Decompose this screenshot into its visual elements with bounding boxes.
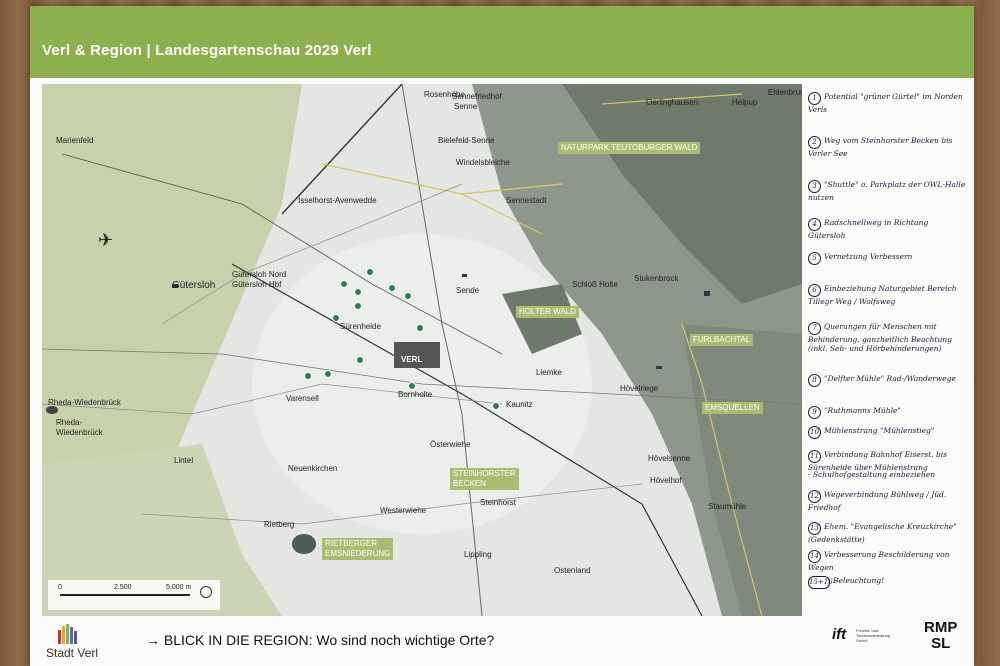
place-label: Sennestadt [506, 196, 547, 205]
place-label: Senne [454, 102, 478, 111]
rmp-logo: RMP SL [924, 620, 957, 652]
scale-line [60, 594, 190, 596]
note-item: 9 "Ruthmanns Mühle" [808, 406, 968, 419]
map-graphics [42, 84, 802, 616]
place-label: Lintel [174, 456, 194, 465]
place-label: Gütersloh Hbf [232, 280, 282, 289]
map-marker-13 [492, 402, 500, 410]
note-item: 8 "Delfter Mühle" Rad-/Wanderwege [808, 374, 968, 387]
note-item: 12 Wegeverbindung Bühlweg / Jüd. Friedhof [808, 490, 947, 512]
region-emsquellen: EMSQUELLEN [702, 402, 763, 414]
note-item: 15+16Beleuchtung! [808, 576, 968, 589]
map-marker-7 [332, 314, 340, 322]
stadt-verl-logo: Stadt Verl [44, 618, 124, 662]
place-label: Oerlinghausen [646, 98, 699, 107]
scale-tick-0: 0 [58, 584, 62, 591]
place-label: Kaunitz [506, 400, 533, 409]
ift-logo: ift Freizeit- und Tourismusberatung GmbH [832, 624, 902, 652]
map-marker-1 [340, 280, 348, 288]
scale-bar: 0 2.500 5.000 m [48, 580, 220, 610]
poster-sheet: Verl & Region | Landesgartenschau 2029 V… [30, 6, 974, 666]
ift-subtitle: Freizeit- und Tourismusberatung GmbH [856, 628, 891, 643]
scale-tick-5000: 5.000 m [166, 584, 192, 591]
map-marker-4 [388, 284, 396, 292]
region-holter-wald: HOLTER WALD [516, 306, 579, 318]
place-label: Lippling [464, 550, 492, 559]
place-label: Varensell [286, 394, 319, 403]
place-label: Stukenbrock [634, 274, 679, 283]
ift-mark: ift [832, 626, 847, 643]
place-label: Gütersloh [172, 280, 216, 291]
place-label: Marienfeld [56, 136, 94, 145]
place-label: Windelsbleiche [456, 158, 510, 167]
place-label: Hövelriege [620, 384, 659, 393]
map-marker-10 [324, 370, 332, 378]
place-label: Bielefeld-Senne [438, 136, 495, 145]
region-furlbachtal: FURLBACHTAL [690, 334, 754, 346]
place-label: Österwiehe [430, 440, 471, 449]
map-marker-6 [354, 302, 362, 310]
note-item: - Schulhofgestaltung einbeziehen [808, 470, 936, 479]
logo-bars-icon [58, 624, 78, 644]
region-steinhorster-becken: STEINHORSTER BECKEN [450, 468, 519, 490]
rmp-line1: RMP [924, 619, 958, 636]
map-marker-12 [408, 382, 416, 390]
map-marker-9 [356, 356, 364, 364]
place-label: Schloß Holte [572, 280, 618, 289]
note-item: 5 Vernetzung Verbessern [808, 252, 968, 265]
place-label: Sürenheide [340, 322, 381, 331]
place-label: Ehlenbruch [768, 88, 802, 97]
header-bar: Verl & Region | Landesgartenschau 2029 V… [30, 6, 974, 78]
map-marker-11 [304, 372, 312, 380]
place-label: Liemke [536, 368, 562, 377]
header-title: Verl & Region | Landesgartenschau 2029 V… [42, 42, 372, 59]
map-marker-3 [354, 288, 362, 296]
note-item: 6 Einbeziehung Naturgebiet Bereich Tilleg… [808, 284, 957, 306]
map-marker-8 [416, 324, 424, 332]
place-label: Rheda-Wiedenbrück [48, 398, 121, 407]
place-label: Sennefriedhof [452, 92, 502, 101]
place-label: Staumühle [708, 502, 747, 511]
place-label: Ostenland [554, 566, 591, 575]
note-item: 11 Verbindung Bahnhof Eiserst. bis Sürenh… [808, 450, 948, 472]
place-label: Sende [456, 286, 480, 295]
airport-icon: ✈ [98, 230, 114, 250]
place-label: Isselhorst-Avenwedde [298, 196, 377, 205]
logo-text: Stadt Verl [46, 646, 99, 660]
place-label: Hövelsenne [648, 454, 691, 463]
region-rietberger-emsniederung: RIETBERGER EMSNIEDERUNG [322, 538, 394, 560]
handwritten-notes: 1 Potential "grüner Gürtel" im Norden Ver… [808, 92, 968, 612]
note-item: 4 Radschnellweg in Richtung Gütersloh [808, 218, 929, 240]
note-item: 14 Verbesserung Beschilderung von Wegen [808, 550, 950, 572]
note-item: 3 "Shuttle" o. Parkplatz der OWL-Halle nu… [808, 180, 966, 202]
place-label: Westerwiehe [380, 506, 427, 515]
note-item: 1 Potential "grüner Gürtel" im Norden Ver… [808, 92, 963, 114]
place-label: Rietberg [264, 520, 295, 529]
note-item: 7 Querungen für Menschen mit Behinderung,… [808, 322, 952, 353]
region-naturpark: NATURPARK TEUTOBURGER WALD [558, 142, 701, 154]
note-item: 13 Ehem. "Evangelische Kreuzkirche" (Gede… [808, 522, 957, 544]
verl-town-label: VERL [398, 354, 426, 365]
place-label: Steinhorst [480, 498, 517, 507]
north-arrow-icon [200, 586, 212, 598]
regional-map: ✈ Rosenhöhe Sennefriedhof Senne Oerlingh… [42, 84, 802, 616]
map-marker-2 [366, 268, 374, 276]
note-item: 2 Weg vom Steinhorster Becken bis Verler … [808, 136, 953, 158]
place-label: Helpup [732, 98, 758, 107]
place-label: Gütersloh Nord [232, 270, 287, 279]
place-label: Rheda- Wiedenbrück [56, 418, 103, 437]
scale-tick-2500: 2.500 [114, 584, 132, 591]
place-label: Bornholte [398, 390, 433, 399]
rmp-line2: SL [931, 635, 951, 652]
place-label: Hövelhof [650, 476, 682, 485]
note-item: 10 Mühlenstrang "Mühlenstieg" [808, 426, 968, 439]
place-label: Neuenkirchen [288, 464, 338, 473]
map-marker-5 [404, 292, 412, 300]
footer-prompt: → BLICK IN DIE REGION: Wo sind noch wich… [146, 632, 495, 648]
